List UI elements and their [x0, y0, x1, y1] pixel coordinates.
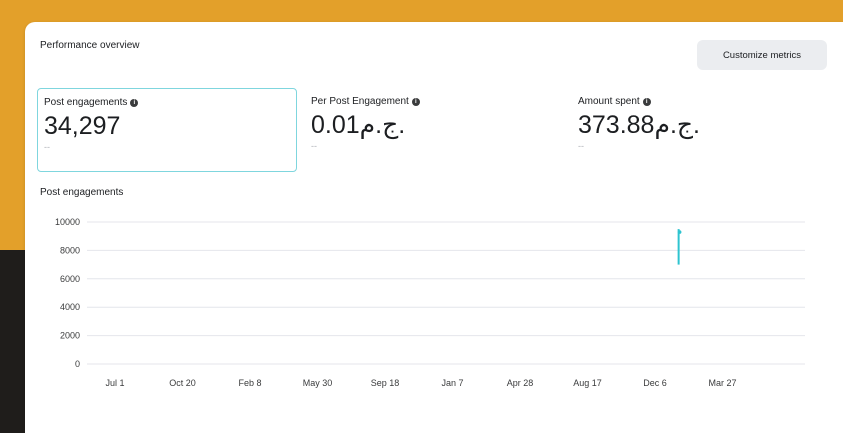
y-tick-label: 8000 — [60, 245, 80, 255]
x-tick-label: Aug 17 — [573, 378, 602, 388]
metric-comparison: -- — [44, 142, 50, 152]
y-tick-label: 10000 — [55, 217, 80, 227]
x-tick-label: Sep 18 — [371, 378, 400, 388]
metric-value: 0.01ج.م. — [311, 111, 406, 139]
y-tick-label: 0 — [75, 359, 80, 369]
metric-label: Post engagements — [44, 97, 128, 108]
x-tick-label: Feb 8 — [238, 378, 261, 388]
metric-comparison: -- — [578, 141, 584, 151]
x-tick-label: Oct 20 — [169, 378, 196, 388]
metric-value: 34,297 — [44, 112, 121, 140]
performance-overview-panel: Performance overview Customize metrics P… — [25, 22, 843, 433]
y-tick-label: 6000 — [60, 274, 80, 284]
data-point[interactable] — [677, 230, 682, 234]
metric-card-post-engagements[interactable]: Post engagements i 34,297 -- — [37, 88, 297, 172]
metric-label-row: Per Post Engagement i — [311, 96, 559, 107]
metric-label-row: Post engagements i — [44, 97, 290, 108]
metric-card-per-post-engagement[interactable]: Per Post Engagement i 0.01ج.م. -- — [305, 88, 565, 172]
x-tick-label: Jul 1 — [105, 378, 124, 388]
info-icon[interactable]: i — [642, 97, 651, 106]
post-engagements-chart: 10000 8000 6000 4000 2000 0 Jul 1 Oct 20 Feb 8 Ma… — [55, 217, 805, 388]
x-tick-label: Dec 6 — [643, 378, 667, 388]
info-icon[interactable]: i — [130, 98, 139, 107]
panel-title: Performance overview — [40, 40, 140, 51]
info-icon[interactable]: i — [411, 97, 420, 106]
customize-metrics-button[interactable]: Customize metrics — [697, 40, 827, 70]
chart-title: Post engagements — [40, 187, 124, 198]
y-tick-label: 2000 — [60, 331, 80, 341]
metric-label: Amount spent — [578, 96, 640, 107]
metric-comparison: -- — [311, 141, 317, 151]
metric-card-amount-spent[interactable]: Amount spent i 373.88ج.م. -- — [572, 88, 832, 172]
x-tick-label: May 30 — [303, 378, 333, 388]
x-tick-label: Mar 27 — [708, 378, 736, 388]
y-tick-label: 4000 — [60, 302, 80, 312]
x-tick-label: Apr 28 — [507, 378, 534, 388]
metric-label: Per Post Engagement — [311, 96, 409, 107]
metric-label-row: Amount spent i — [578, 96, 826, 107]
metric-value: 373.88ج.م. — [578, 111, 700, 139]
x-tick-label: Jan 7 — [441, 378, 463, 388]
